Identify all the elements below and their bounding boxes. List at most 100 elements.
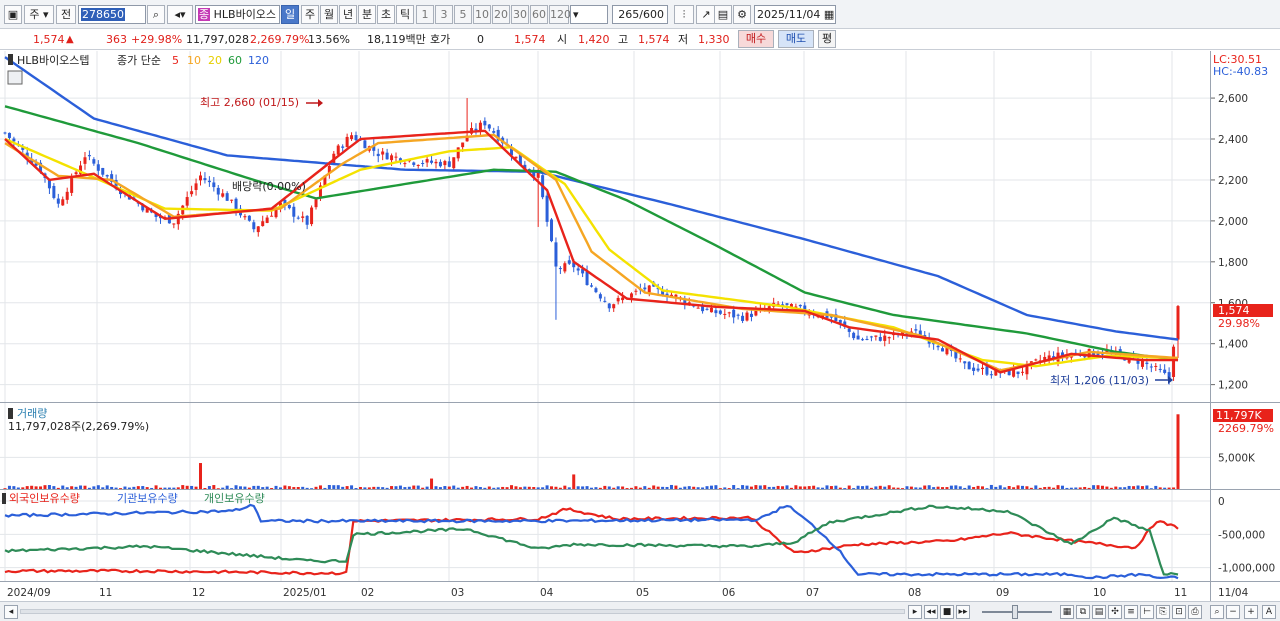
interval-button-120[interactable]: 120 [549, 5, 571, 24]
volume-value: 11,797,028 [186, 33, 249, 46]
zoom-out-icon[interactable]: − [1226, 605, 1240, 619]
period-button-2[interactable]: 월 [320, 5, 338, 24]
volume-bar [776, 485, 780, 489]
period-button-0[interactable]: 일 [281, 5, 299, 24]
volume-bar [176, 487, 180, 489]
volume-bar [1078, 487, 1082, 489]
candle-body [709, 307, 713, 313]
volume-tick-label: 5,000K [1218, 452, 1256, 464]
print-icon[interactable]: ⎙ [1188, 605, 1202, 619]
speaker-icon[interactable]: ◂▾ [167, 5, 193, 24]
candle-body [385, 152, 389, 160]
save-icon[interactable]: ▤ [714, 5, 732, 24]
panel-handle-icon[interactable] [8, 54, 13, 65]
buy-button[interactable]: 매수 [738, 30, 774, 48]
volume-bar [492, 487, 496, 489]
zoom-in-icon[interactable]: + [1244, 605, 1258, 619]
grid-icon[interactable]: ▤ [1092, 605, 1106, 619]
candle-body [736, 314, 740, 316]
candle-body [3, 132, 7, 134]
crosshair-icon[interactable]: ✣ [1108, 605, 1122, 619]
ma20-label[interactable]: 20 [208, 54, 222, 67]
volume-bar [758, 485, 762, 489]
stock-code-input[interactable]: 278650 [78, 5, 146, 24]
auto-scale-icon[interactable]: A [1262, 605, 1276, 619]
zoom-icon[interactable]: ⌕ [1210, 605, 1224, 619]
panel-toggle-icon[interactable] [7, 70, 23, 85]
layout-icon[interactable]: ▦ [1060, 605, 1074, 619]
view-mode-button[interactable]: 전 [56, 5, 76, 24]
volume-bar [843, 488, 847, 489]
stock-chart[interactable]: 2,6002,4002,2002,0001,8001,6001,4001,200… [0, 51, 1280, 601]
share-icon[interactable]: ⎘ [1156, 605, 1170, 619]
volume-bar [994, 486, 998, 489]
market-select[interactable]: 주 ▾ [24, 5, 54, 24]
sell-button[interactable]: 매도 [778, 30, 814, 48]
volume-bar [79, 485, 83, 489]
gear-icon[interactable]: ⚙ [733, 5, 751, 24]
ma60-label[interactable]: 60 [228, 54, 242, 67]
candle-body [252, 222, 256, 230]
candle-body [558, 268, 562, 270]
period-button-4[interactable]: 분 [358, 5, 376, 24]
prev-page-icon[interactable]: ◂◂ [924, 605, 938, 619]
period-button-6[interactable]: 틱 [396, 5, 414, 24]
interval-button-3[interactable]: 3 [435, 5, 453, 24]
volume-bar [145, 487, 149, 489]
volume-bar [376, 486, 380, 489]
ma5-label[interactable]: 5 [172, 54, 179, 67]
next-page-icon[interactable]: ▸▸ [956, 605, 970, 619]
copy-icon[interactable]: ⧉ [1076, 605, 1090, 619]
volume-bar [345, 486, 349, 489]
volume-bar [1060, 485, 1064, 489]
volume-bar [918, 487, 922, 489]
holdings-handle-icon[interactable] [2, 493, 6, 504]
interval-custom-input[interactable]: ▾ [570, 5, 608, 24]
volume-bar [1096, 485, 1100, 489]
interval-button-1[interactable]: 1 [416, 5, 434, 24]
scroll-left-icon[interactable]: ◂ [4, 605, 18, 619]
volume-bar [39, 486, 43, 489]
draw-tool-icon[interactable]: ↗ [696, 5, 716, 24]
volume-title: 거래량 [17, 407, 47, 420]
candle-body [456, 147, 460, 159]
volume-bar [869, 487, 873, 489]
period-button-3[interactable]: 년 [339, 5, 357, 24]
eval-button[interactable]: 평 [818, 30, 836, 48]
volume-bar [425, 486, 429, 489]
volume-bar [1154, 485, 1158, 489]
ruler-icon[interactable]: ≡ [1124, 605, 1138, 619]
interval-button-20[interactable]: 20 [492, 5, 510, 24]
fit-icon[interactable]: ⊡ [1172, 605, 1186, 619]
volume-bar [141, 486, 145, 489]
period-button-5[interactable]: 초 [377, 5, 395, 24]
data-count-input[interactable]: 265/600 [612, 5, 668, 24]
volume-bar [945, 487, 949, 489]
volume-handle-icon[interactable] [8, 408, 13, 419]
stop-icon[interactable]: ■ [940, 605, 954, 619]
scroll-track[interactable] [20, 609, 905, 614]
volume-bar [865, 485, 869, 489]
scroll-right-icon[interactable]: ▸ [908, 605, 922, 619]
candle-type-icon[interactable]: ⫶ [674, 5, 694, 24]
interval-button-30[interactable]: 30 [511, 5, 529, 24]
candle-body [336, 145, 340, 155]
window-menu-icon[interactable]: ▣ [4, 5, 22, 24]
measure-icon[interactable]: ⊢ [1140, 605, 1154, 619]
interval-button-60[interactable]: 60 [530, 5, 548, 24]
search-icon[interactable]: ⌕ [147, 5, 165, 24]
ma10-label[interactable]: 10 [187, 54, 201, 67]
zoom-slider-thumb[interactable] [1012, 605, 1018, 619]
volume-bar [238, 486, 242, 489]
volume-bar [545, 485, 549, 489]
interval-button-10[interactable]: 10 [473, 5, 491, 24]
stock-name-field[interactable]: 종 HLB바이오스 [195, 5, 280, 24]
volume-bar [883, 486, 887, 489]
interval-button-5[interactable]: 5 [454, 5, 472, 24]
candle-body [545, 195, 549, 222]
ma120-label[interactable]: 120 [248, 54, 269, 67]
period-button-1[interactable]: 주 [301, 5, 319, 24]
high-label: 고 [618, 33, 629, 46]
date-input[interactable]: 2025/11/04 ▦ [754, 5, 836, 24]
volume-bar [1114, 486, 1118, 489]
